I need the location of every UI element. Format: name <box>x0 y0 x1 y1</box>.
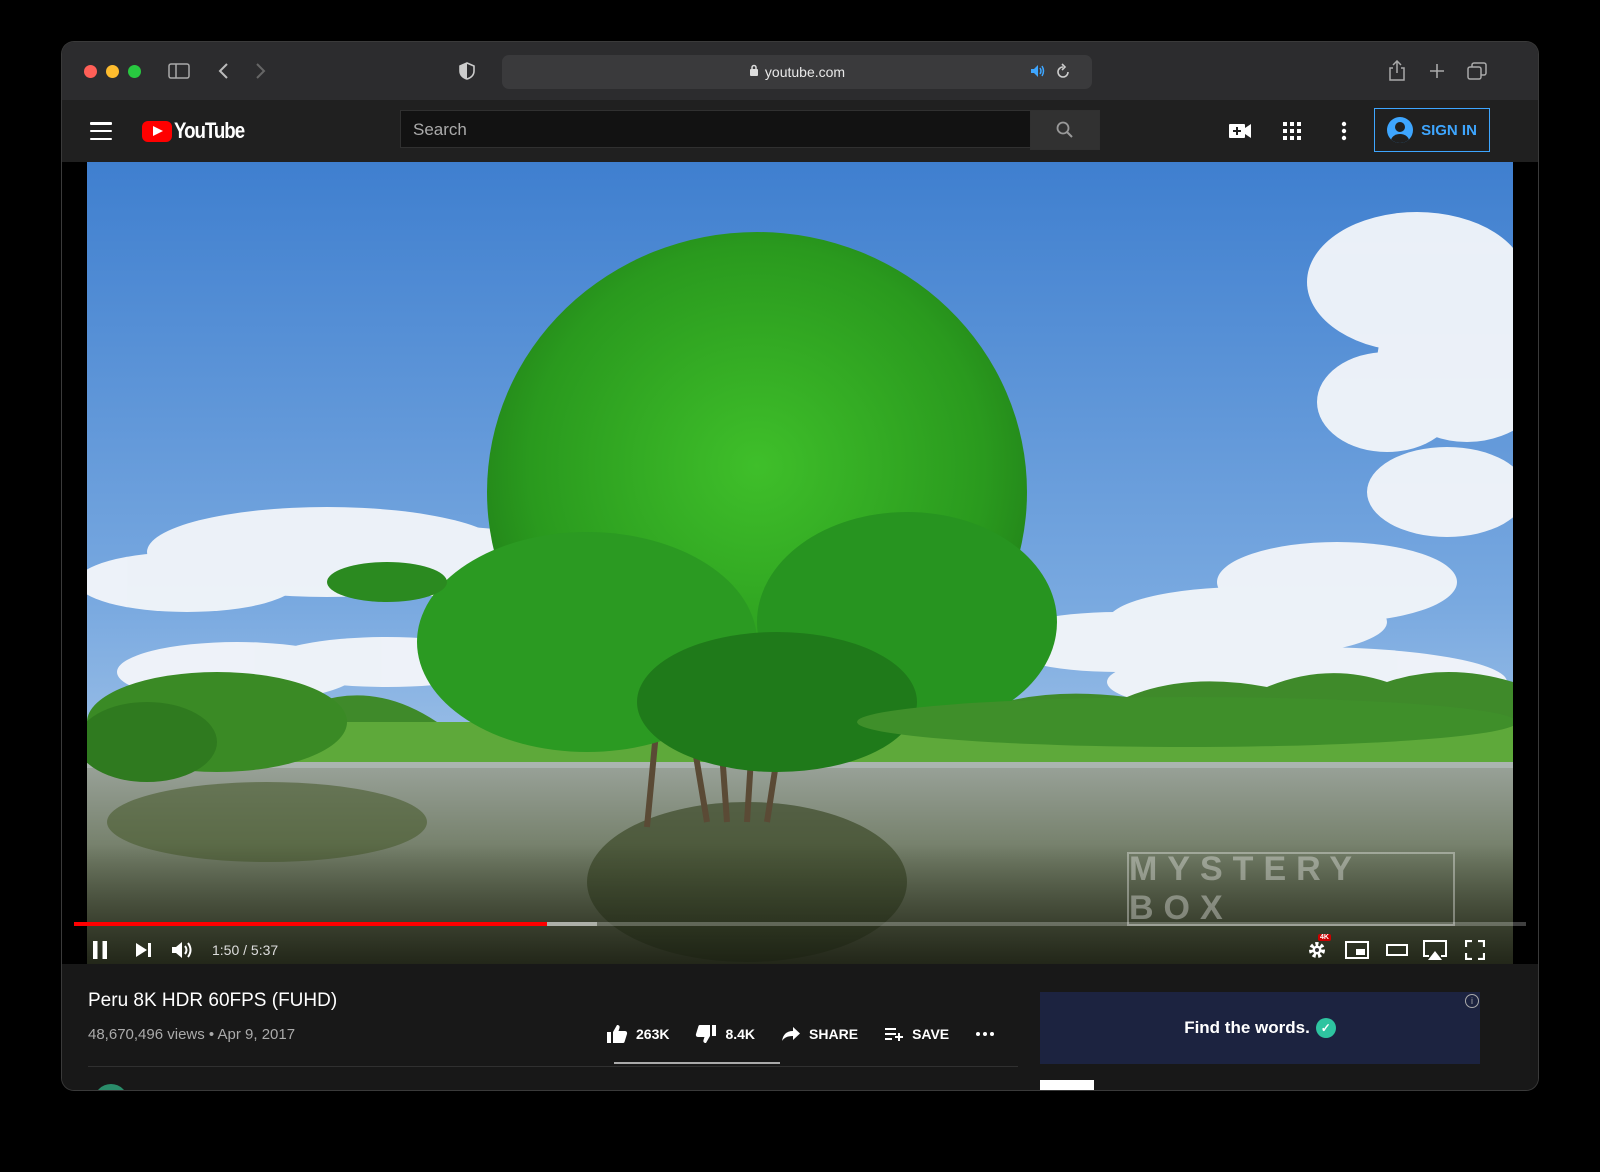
privacy-shield-icon[interactable] <box>454 58 480 84</box>
pause-icon <box>93 941 107 959</box>
info-divider <box>88 1066 1018 1067</box>
search-button[interactable] <box>1030 110 1100 150</box>
browser-window: youtube.com YouTube Search SIGN IN MYSTE… <box>62 42 1538 1090</box>
next-icon <box>136 943 151 957</box>
tab-overview-icon[interactable] <box>1464 58 1490 84</box>
airplay-button[interactable] <box>1420 932 1450 964</box>
channel-watermark[interactable]: MYSTERY BOX <box>1127 850 1455 927</box>
new-tab-icon[interactable] <box>1424 58 1450 84</box>
audio-playing-icon[interactable] <box>1030 64 1046 78</box>
ad-banner[interactable]: Find the words. ✓ <box>1040 992 1480 1064</box>
progress-bar[interactable] <box>74 922 1526 926</box>
video-frame[interactable]: MYSTERY BOX <box>87 162 1513 964</box>
thumbs-down-icon <box>696 1025 717 1043</box>
save-label: SAVE <box>912 1026 950 1042</box>
video-meta: 48,670,496 views • Apr 9, 2017 <box>88 1026 296 1043</box>
search-input[interactable]: Search <box>400 110 1030 148</box>
pause-button[interactable] <box>86 932 114 964</box>
address-bar[interactable]: youtube.com <box>502 55 1092 89</box>
minimize-window-button[interactable] <box>106 65 119 78</box>
sentiment-bar <box>614 1062 780 1064</box>
youtube-play-icon <box>142 120 172 142</box>
browser-toolbar: youtube.com <box>62 42 1538 101</box>
youtube-logo[interactable]: YouTube <box>142 118 256 144</box>
miniplayer-button[interactable] <box>1342 932 1372 964</box>
search-icon <box>1056 121 1073 138</box>
time-display: 1:50 / 5:37 <box>212 942 279 958</box>
gear-icon <box>1309 942 1325 958</box>
quality-badge: 4K <box>1318 934 1331 941</box>
url-text: youtube.com <box>764 64 846 80</box>
sidebar-toggle-icon[interactable] <box>166 58 192 84</box>
played-bar <box>74 922 548 926</box>
video-player[interactable]: MYSTERY BOX 1:50 / 5:37 4K <box>62 162 1538 964</box>
apps-grid-icon[interactable] <box>1280 119 1304 143</box>
next-button[interactable] <box>130 932 158 964</box>
dislike-count: 8.4K <box>725 1026 756 1042</box>
video-title: Peru 8K HDR 60FPS (FUHD) <box>88 990 338 1011</box>
reload-icon[interactable] <box>1056 63 1070 79</box>
theater-icon <box>1386 944 1408 956</box>
sign-in-label: SIGN IN <box>1421 121 1477 139</box>
ad-text: Find the words. <box>1184 1018 1310 1037</box>
volume-icon <box>172 942 192 958</box>
miniplayer-icon <box>1345 941 1369 959</box>
share-arrow-icon <box>782 1027 801 1041</box>
back-icon[interactable] <box>210 58 236 84</box>
more-actions-button[interactable] <box>975 1031 995 1037</box>
checkmark-icon: ✓ <box>1315 1018 1336 1038</box>
lock-icon <box>749 64 759 80</box>
like-count: 263K <box>636 1026 670 1042</box>
related-video-thumbnail[interactable] <box>1040 1080 1094 1090</box>
zoom-window-button[interactable] <box>128 65 141 78</box>
playlist-add-icon <box>885 1028 904 1041</box>
dislike-button[interactable]: 8.4K <box>695 1024 755 1044</box>
youtube-header: YouTube Search SIGN IN <box>62 100 1538 162</box>
close-window-button[interactable] <box>84 65 97 78</box>
airplay-icon <box>1423 940 1447 960</box>
like-button[interactable]: 263K <box>606 1024 669 1044</box>
share-button[interactable]: SHARE <box>781 1026 858 1042</box>
create-video-icon[interactable] <box>1228 119 1252 143</box>
video-info-section: Peru 8K HDR 60FPS (FUHD) 48,670,496 view… <box>62 964 1538 1090</box>
thumbs-up-icon <box>607 1025 628 1043</box>
search-box: Search <box>400 110 1100 150</box>
ad-info-icon[interactable]: i <box>1465 994 1479 1008</box>
save-button[interactable]: SAVE <box>884 1026 949 1042</box>
fullscreen-button[interactable] <box>1460 932 1490 964</box>
account-icon <box>1387 117 1414 143</box>
mute-button[interactable] <box>168 932 198 964</box>
video-actions: 263K 8.4K SHARE SAVE <box>606 1024 1021 1044</box>
logo-text: YouTube <box>174 118 245 143</box>
theater-mode-button[interactable] <box>1382 932 1412 964</box>
share-label: SHARE <box>809 1026 859 1042</box>
channel-avatar[interactable] <box>94 1084 128 1090</box>
more-options-icon[interactable] <box>1332 119 1356 143</box>
more-horizontal-icon <box>976 1032 995 1036</box>
share-icon[interactable] <box>1384 58 1410 84</box>
fullscreen-icon <box>1465 940 1485 960</box>
menu-icon[interactable] <box>90 122 112 140</box>
sign-in-button[interactable]: SIGN IN <box>1374 108 1490 152</box>
forward-icon[interactable] <box>248 58 274 84</box>
settings-button[interactable]: 4K <box>1302 932 1332 964</box>
